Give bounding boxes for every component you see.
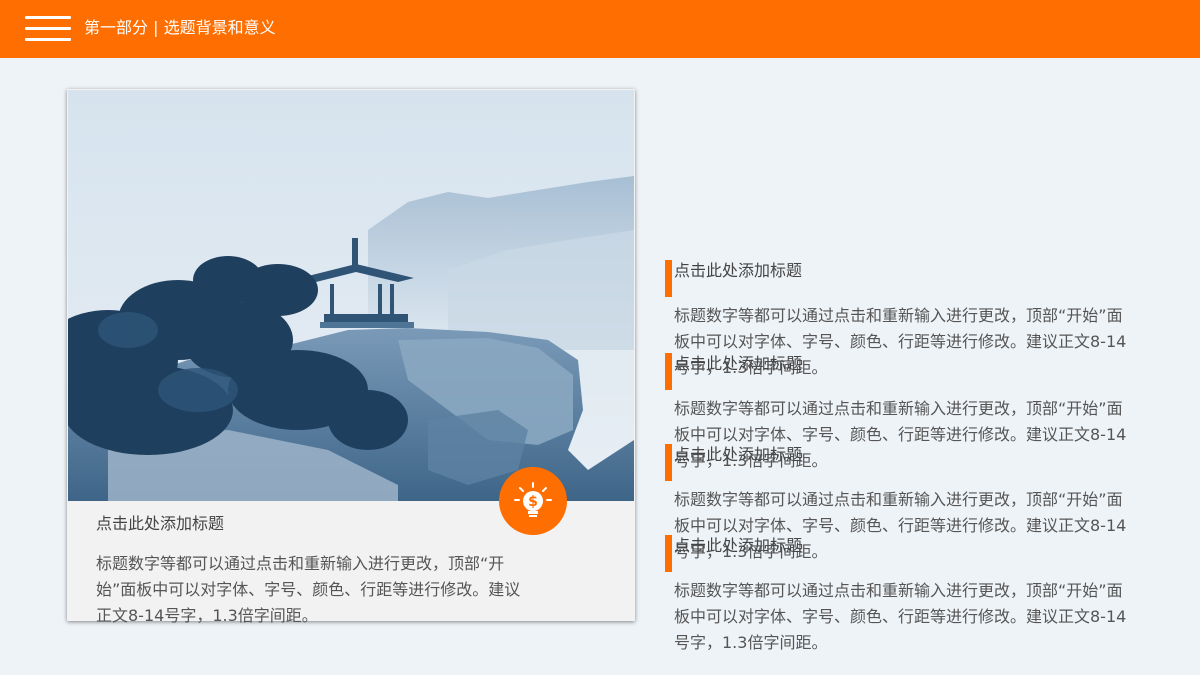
top-header-bar: 第一部分 | 选题背景和意义 (0, 0, 1200, 58)
item-heading[interactable]: 点击此处添加标题 (674, 532, 802, 556)
accent-bar (665, 260, 672, 297)
card-body-text[interactable]: 标题数字等都可以通过点击和重新输入进行更改，顶部“开始”面板中可以对字体、字号、… (96, 551, 536, 629)
accent-bar (665, 353, 672, 390)
section-title: 第一部分 | 选题背景和意义 (84, 18, 276, 37)
item-body-text[interactable]: 标题数字等都可以通过点击和重新输入进行更改，顶部“开始”面板中可以对字体、字号、… (674, 578, 1129, 656)
item-heading[interactable]: 点击此处添加标题 (674, 257, 802, 281)
feature-card: $ 点击此处添加标题 标题数字等都可以通过点击和重新输入进行更改，顶部“开始”面… (67, 89, 635, 625)
landscape-photo (68, 90, 634, 501)
item-heading[interactable]: 点击此处添加标题 (674, 350, 802, 374)
item-heading[interactable]: 点击此处添加标题 (674, 441, 802, 465)
hamburger-menu-icon[interactable] (25, 16, 71, 42)
lightbulb-dollar-icon: $ (499, 467, 567, 535)
accent-bar (665, 535, 672, 572)
accent-bar (665, 444, 672, 481)
svg-text:$: $ (528, 494, 538, 510)
card-heading[interactable]: 点击此处添加标题 (96, 510, 224, 534)
